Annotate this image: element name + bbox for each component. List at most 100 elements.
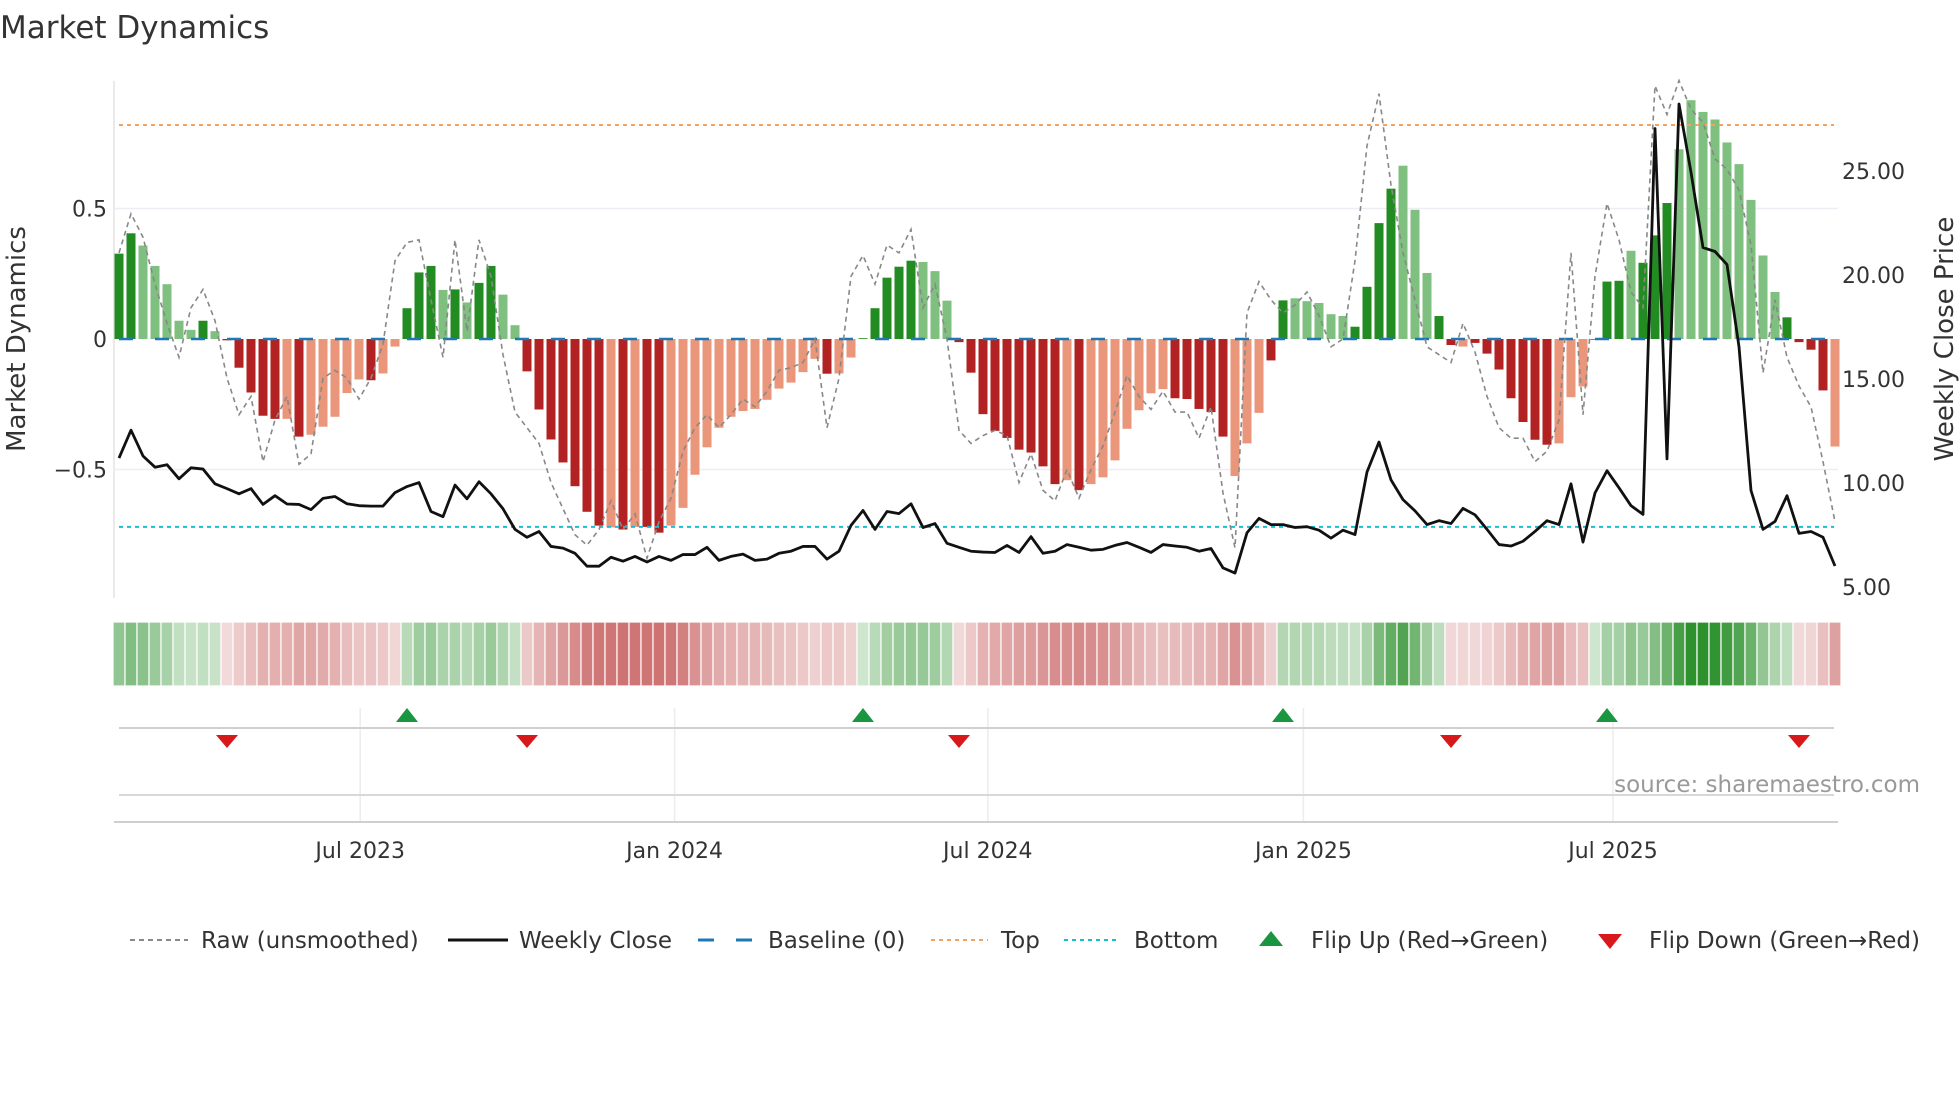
heat-cell (1684, 621, 1698, 687)
momentum-bar (798, 339, 808, 373)
heat-cell (700, 621, 714, 687)
legend-label-flip_up: Flip Up (Red→Green) (1311, 928, 1548, 954)
momentum-bar (966, 339, 976, 373)
momentum-bar (1482, 339, 1492, 354)
heat-cell (1348, 621, 1362, 687)
momentum-bar (1506, 339, 1516, 399)
momentum-bar (774, 339, 784, 389)
momentum-bar (654, 339, 664, 533)
momentum-bar (534, 339, 544, 410)
momentum-bar (1158, 339, 1168, 390)
heat-cell (508, 621, 522, 687)
flip-up-marker (1272, 708, 1294, 722)
momentum-bar (1782, 317, 1792, 339)
heat-cell (1384, 621, 1398, 687)
x-tick-label: Jul 2025 (1566, 839, 1658, 864)
heat-cell (1828, 621, 1842, 687)
heat-cell (988, 621, 1002, 687)
momentum-bar (1374, 223, 1384, 339)
heat-cell (292, 621, 306, 687)
momentum-bar (930, 271, 940, 339)
heat-cell (1000, 621, 1014, 687)
momentum-bar (1218, 339, 1228, 437)
heat-cell (640, 621, 654, 687)
heat-cell (796, 621, 810, 687)
heat-cell (460, 621, 474, 687)
heat-cell (1432, 621, 1446, 687)
heat-cell (1372, 621, 1386, 687)
heat-cell (388, 621, 402, 687)
heat-cell (616, 621, 630, 687)
momentum-bar (1326, 314, 1336, 339)
y2-tick-label: 5.00 (1842, 576, 1891, 601)
momentum-bar (702, 339, 712, 448)
momentum-bar (1638, 262, 1648, 339)
heat-cell (316, 621, 330, 687)
flip-down-marker (1788, 735, 1810, 748)
momentum-bar (246, 339, 256, 393)
momentum-bar (306, 339, 316, 435)
heat-cell (736, 621, 750, 687)
momentum-bar (1686, 100, 1696, 339)
heat-cell (1312, 621, 1326, 687)
heat-cell (1468, 621, 1482, 687)
heat-cell (412, 621, 426, 687)
momentum-bar (1422, 272, 1432, 339)
heat-cell (400, 621, 414, 687)
momentum-bar (618, 339, 628, 530)
heat-cell (520, 621, 534, 687)
heat-cell (832, 621, 846, 687)
momentum-bar (762, 339, 772, 400)
heat-cell (904, 621, 918, 687)
heat-cell (568, 621, 582, 687)
heat-cell (1024, 621, 1038, 687)
heat-cell (1180, 621, 1194, 687)
legend-flip-up-symbol (1259, 931, 1283, 946)
heat-cell (1660, 621, 1674, 687)
momentum-bar (126, 233, 136, 339)
momentum-bar (1122, 339, 1132, 429)
momentum-bar (858, 338, 868, 340)
momentum-bar (354, 339, 364, 380)
heat-cell (1408, 621, 1422, 687)
momentum-bar (414, 272, 424, 339)
momentum-bar (1722, 142, 1732, 339)
heat-cell (1696, 621, 1710, 687)
momentum-bar (390, 339, 400, 347)
momentum-bar (1230, 339, 1240, 477)
heat-cell (664, 621, 678, 687)
heat-cell (136, 621, 150, 687)
momentum-bar (1074, 339, 1084, 491)
heat-cell (1168, 621, 1182, 687)
y2-axis-label: Weekly Close Price (1930, 217, 1960, 462)
momentum-bar (282, 339, 292, 419)
heat-cell (1228, 621, 1242, 687)
heat-cell (604, 621, 618, 687)
momentum-bar (114, 253, 124, 339)
heat-cell (340, 621, 354, 687)
heat-cell (1072, 621, 1086, 687)
heat-cell (1036, 621, 1050, 687)
momentum-bar (1362, 286, 1372, 339)
heat-cell (124, 621, 138, 687)
heat-cell (160, 621, 174, 687)
momentum-bar (1806, 339, 1816, 350)
momentum-bar (450, 289, 460, 339)
heat-cell (1324, 621, 1338, 687)
heat-cell (448, 621, 462, 687)
momentum-bar (1386, 188, 1396, 339)
momentum-bar (750, 339, 760, 409)
heat-cell (580, 621, 594, 687)
heat-cell (1276, 621, 1290, 687)
momentum-bar (1518, 339, 1528, 422)
heat-cell (1792, 621, 1806, 687)
y-tick-label: 0.5 (72, 198, 107, 223)
momentum-bar (1302, 301, 1312, 339)
flip-up-marker (852, 708, 874, 722)
heat-cell (724, 621, 738, 687)
heat-cell (940, 621, 954, 687)
heat-cell (532, 621, 546, 687)
momentum-bar (1038, 339, 1048, 467)
heat-cell (256, 621, 270, 687)
heat-cell (280, 621, 294, 687)
